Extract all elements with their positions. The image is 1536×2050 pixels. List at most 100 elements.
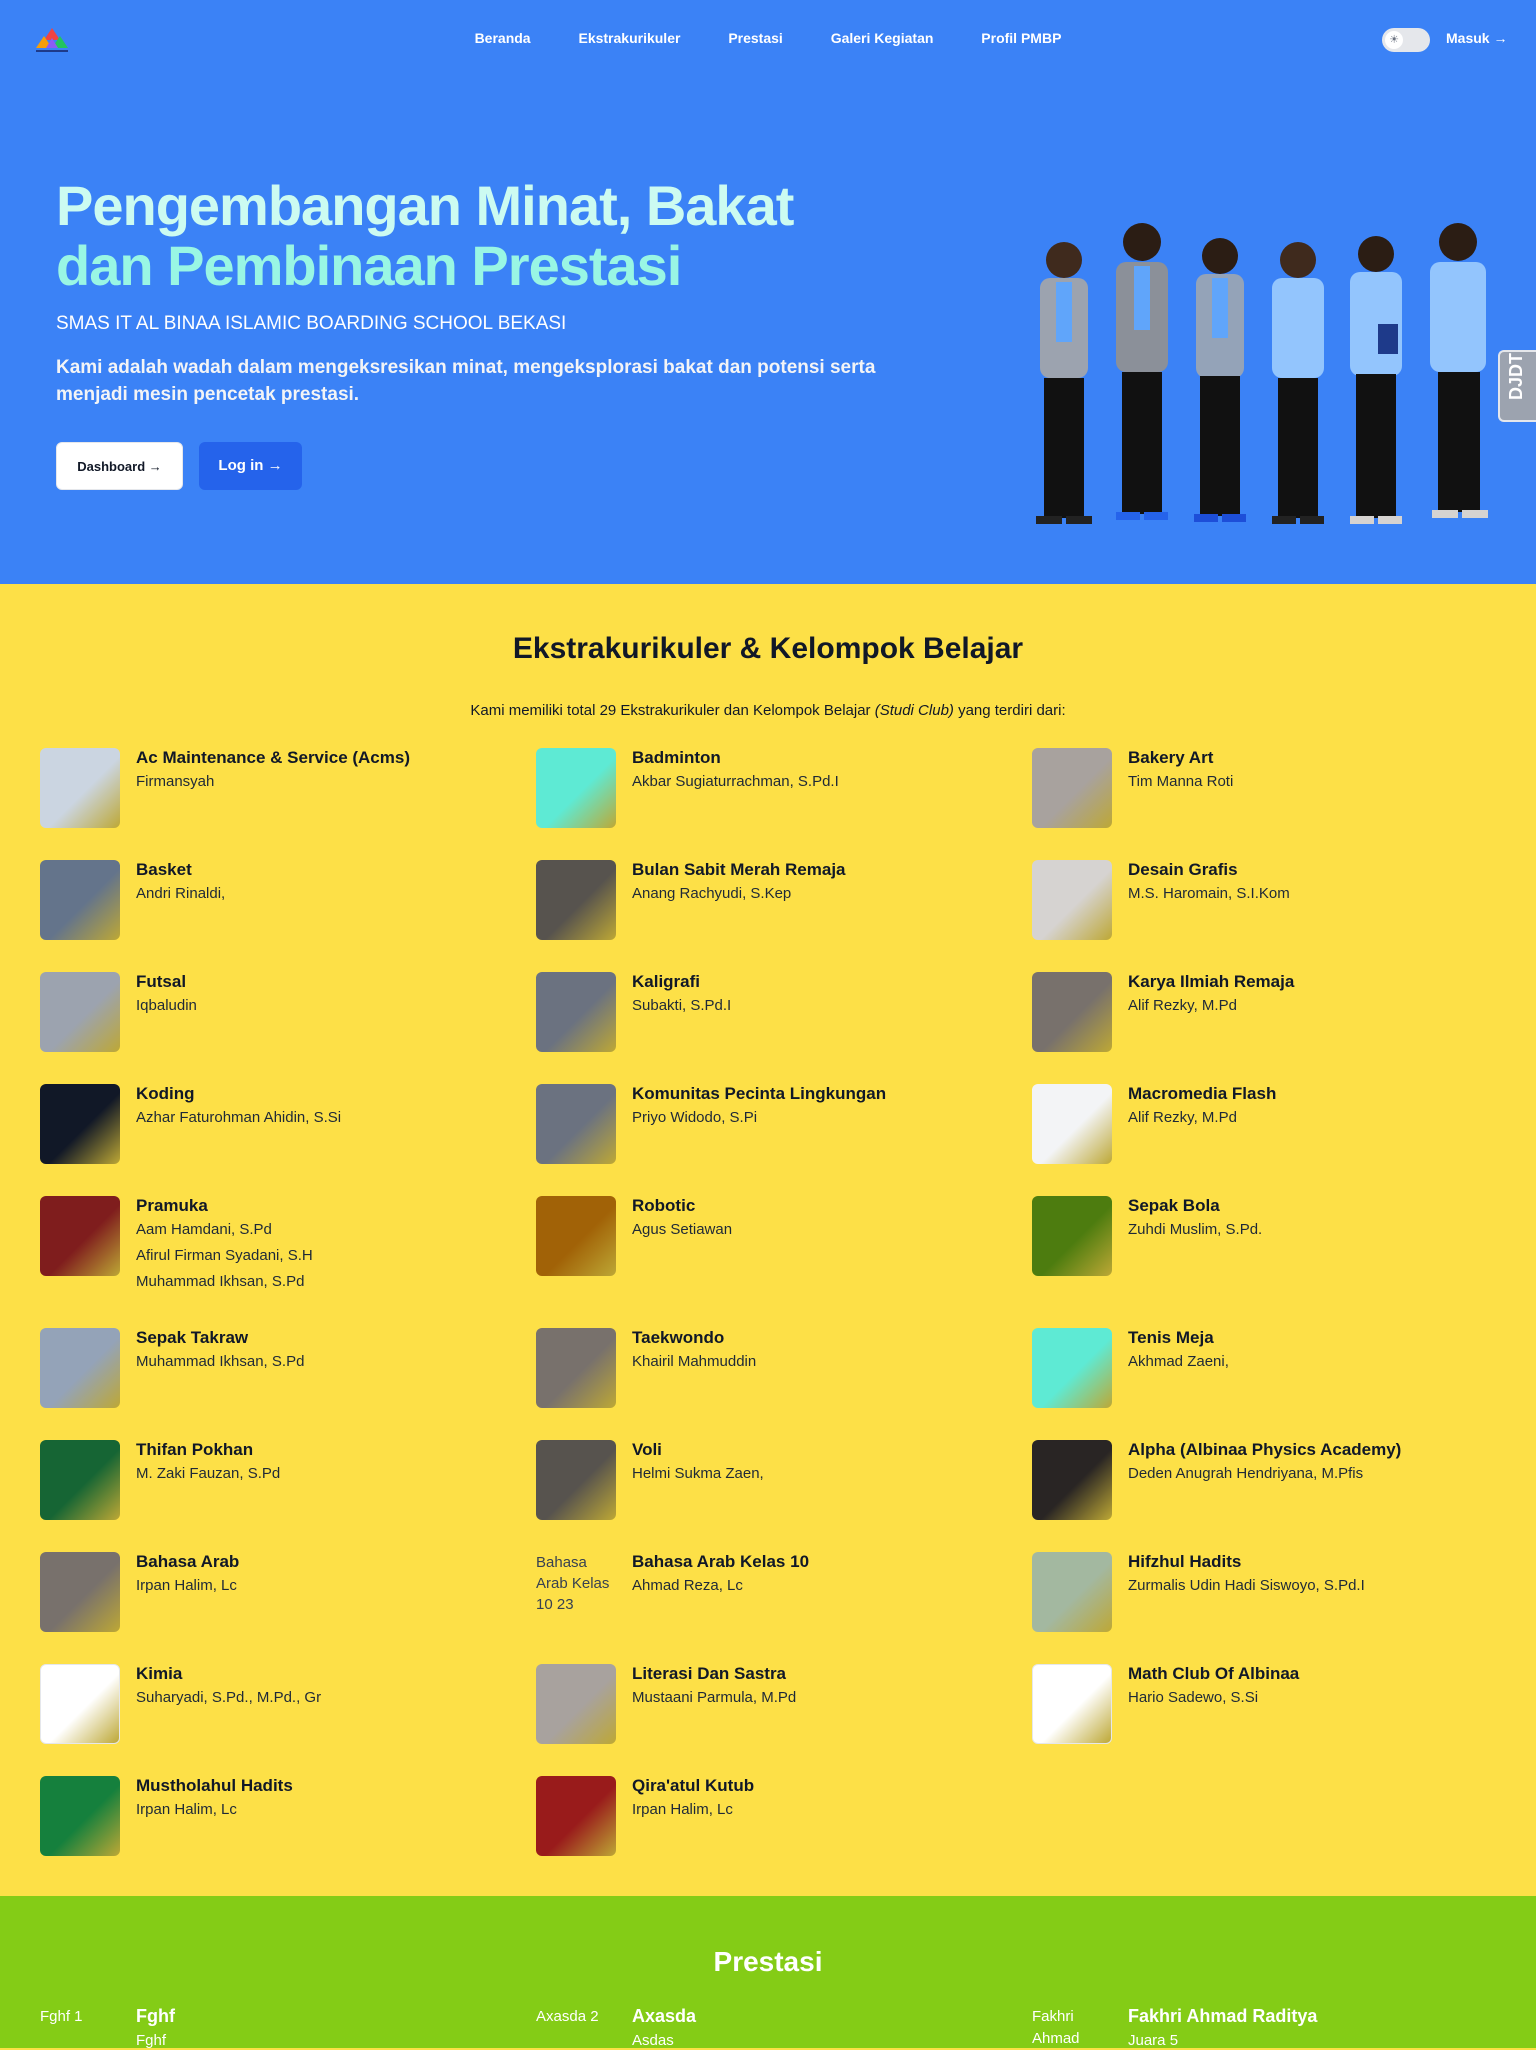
login-button[interactable]: Log in → [199,442,302,490]
extracurricular-thumbnail [1032,860,1112,940]
extracurricular-card[interactable]: Mustholahul Hadits Irpan Halim, Lc [40,1776,520,1866]
extracurricular-card[interactable]: Desain Grafis M.S. Haromain, S.I.Kom [1032,860,1512,950]
extracurricular-image-alt: Bahasa Arab Kelas 10 23 [536,1554,610,1613]
extracurricular-card[interactable]: Qira'atul Kutub Irpan Halim, Lc [536,1776,1016,1866]
extracurricular-coach: Subakti, S.Pd.I [632,997,732,1014]
extracurricular-coach: Hario Sadewo, S.Si [1128,1689,1259,1706]
extracurricular-thumbnail [536,1328,616,1408]
extracurricular-coach: M.S. Haromain, S.I.Kom [1128,885,1290,902]
prestasi-image-alt: Fakhri Ahmad [1032,2008,1080,2047]
nav-link-beranda[interactable]: Beranda [475,30,531,46]
hero-description: Kami adalah wadah dalam mengeksresikan m… [56,357,876,405]
extracurricular-name: Hifzhul Hadits [1128,1552,1242,1571]
extracurricular-card[interactable]: Badminton Akbar Sugiaturrachman, S.Pd.I [536,748,1016,838]
extracurricular-name: Koding [136,1084,195,1103]
nav-link-profil[interactable]: Profil PMBP [981,30,1061,46]
extracurricular-card[interactable]: Ac Maintenance & Service (Acms) Firmansya… [40,748,520,838]
extracurricular-coach: Andri Rinaldi, [136,885,226,902]
extracurricular-card[interactable]: Kaligrafi Subakti, S.Pd.I [536,972,1016,1062]
nav-link-ekstrakurikuler[interactable]: Ekstrakurikuler [578,30,680,46]
extracurricular-thumbnail [536,748,616,828]
theme-toggle[interactable]: ☀ [1382,28,1430,52]
prestasi-section: Prestasi Fghf 1 Fghf Fghf Axasda 2 Axasd… [0,1896,1536,2049]
extracurricular-card[interactable]: Kimia Suharyadi, S.Pd., M.Pd., Gr [40,1664,520,1754]
extracurricular-name: Pramuka [136,1196,208,1215]
hero-title-line1: Pengembangan Minat, Bakat [56,174,794,237]
dashboard-button[interactable]: Dashboard → [56,442,183,490]
extracurricular-card[interactable]: Pramuka Aam Hamdani, S.Pd Afirul Firman Sy… [40,1196,520,1290]
extracurricular-thumbnail [536,1776,616,1856]
extracurricular-section: Ekstrakurikuler & Kelompok Belajar Kami … [0,584,1536,1896]
extracurricular-thumbnail [1032,972,1112,1052]
prestasi-sub: Fghf [136,2032,167,2049]
extracurricular-coach: Zurmalis Udin Hadi Siswoyo, S.Pd.I [1128,1577,1365,1594]
extracurricular-coach: Deden Anugrah Hendriyana, M.Pfis [1128,1465,1364,1482]
debug-toolbar-tab[interactable]: DJDT [1498,350,1536,422]
nav-link-galeri[interactable]: Galeri Kegiatan [831,30,934,46]
extracurricular-name: Sepak Bola [1128,1196,1220,1215]
extracurricular-card[interactable]: Karya Ilmiah Remaja Alif Rezky, M.Pd [1032,972,1512,1062]
extracurricular-card[interactable]: Voli Helmi Sukma Zaen, [536,1440,1016,1530]
extracurricular-card[interactable]: Alpha (Albinaa Physics Academy) Deden Anu… [1032,1440,1512,1530]
extracurricular-coach: Muhammad Ikhsan, S.Pd [136,1273,305,1290]
extracurricular-name: Badminton [632,748,721,767]
extracurricular-card[interactable]: Literasi Dan Sastra Mustaani Parmula, M.P… [536,1664,1016,1754]
extracurricular-card[interactable]: Bahasa Arab Kelas 10 23 Bahasa Arab Kelas… [536,1552,1016,1642]
extracurricular-card[interactable]: Sepak Bola Zuhdi Muslim, S.Pd. [1032,1196,1512,1286]
top-navbar: Beranda Ekstrakurikuler Prestasi Galeri … [0,0,1536,80]
extracurricular-coach: Suharyadi, S.Pd., M.Pd., Gr [136,1689,322,1706]
extracurricular-card[interactable]: Tenis Meja Akhmad Zaeni, [1032,1328,1512,1418]
extracurricular-card[interactable]: Hifzhul Hadits Zurmalis Udin Hadi Siswoyo… [1032,1552,1512,1642]
extracurricular-coach: M. Zaki Fauzan, S.Pd [136,1465,281,1482]
extracurricular-name: Bahasa Arab [136,1552,240,1571]
extracurricular-coach: Muhammad Ikhsan, S.Pd [136,1353,305,1370]
nav-link-prestasi[interactable]: Prestasi [728,30,782,46]
extracurricular-coach: Zuhdi Muslim, S.Pd. [1128,1221,1263,1238]
nav-links: Beranda Ekstrakurikuler Prestasi Galeri … [0,30,1536,46]
extracurricular-card[interactable]: Koding Azhar Faturohman Ahidin, S.Si [40,1084,520,1174]
hero-section: Pengembangan Minat, Bakat dan Pembinaan … [0,80,1536,584]
extracurricular-thumbnail [1032,1084,1112,1164]
prestasi-sub: Juara 5 [1128,2032,1179,2049]
extracurricular-thumbnail [40,1084,120,1164]
extracurricular-card[interactable]: Macromedia Flash Alif Rezky, M.Pd [1032,1084,1512,1174]
extracurricular-coach: Aam Hamdani, S.Pd [136,1221,272,1238]
students-photo [1036,223,1488,524]
extracurricular-thumbnail [536,860,616,940]
extracurricular-card[interactable]: Taekwondo Khairil Mahmuddin [536,1328,1016,1418]
masuk-link[interactable]: Masuk → [1446,30,1507,46]
extracurricular-thumbnail [40,1552,120,1632]
extracurricular-thumbnail [40,1328,120,1408]
extracurricular-card[interactable]: Basket Andri Rinaldi, [40,860,520,950]
extracurricular-card[interactable]: Sepak Takraw Muhammad Ikhsan, S.Pd [40,1328,520,1418]
extracurricular-name: Qira'atul Kutub [632,1776,755,1795]
extracurricular-card[interactable]: Robotic Agus Setiawan [536,1196,1016,1286]
extracurricular-coach: Alif Rezky, M.Pd [1128,1109,1237,1126]
extracurricular-card[interactable]: Komunitas Pecinta Lingkungan Priyo Widodo… [536,1084,1016,1174]
extracurricular-coach: Irpan Halim, Lc [632,1801,733,1818]
extracurricular-thumbnail [40,1664,120,1744]
extracurricular-name: Alpha (Albinaa Physics Academy) [1128,1440,1402,1459]
extracurricular-card[interactable]: Thifan Pokhan M. Zaki Fauzan, S.Pd [40,1440,520,1530]
extracurricular-name: Macromedia Flash [1128,1084,1277,1103]
extracurricular-card[interactable]: Math Club Of Albinaa Hario Sadewo, S.Si [1032,1664,1512,1754]
extracurricular-coach: Tim Manna Roti [1128,773,1234,790]
extracurricular-thumbnail [536,1440,616,1520]
extracurricular-name: Ac Maintenance & Service (Acms) [136,748,410,767]
extracurricular-name: Taekwondo [632,1328,725,1347]
extracurricular-thumbnail [536,972,616,1052]
extracurricular-thumbnail [1032,1328,1112,1408]
extracurricular-coach: Afirul Firman Syadani, S.H [136,1247,313,1264]
extracurricular-card[interactable]: Bahasa Arab Irpan Halim, Lc [40,1552,520,1642]
extracurricular-name: Math Club Of Albinaa [1128,1664,1300,1683]
prestasi-image-alt: Axasda 2 [536,2008,599,2025]
extracurricular-name: Mustholahul Hadits [136,1776,293,1795]
extracurricular-thumbnail [40,1776,120,1856]
extracurricular-name: Karya Ilmiah Remaja [1128,972,1295,991]
extracurricular-name: Bulan Sabit Merah Remaja [632,860,846,879]
extracurricular-card[interactable]: Bulan Sabit Merah Remaja Anang Rachyudi, … [536,860,1016,950]
sun-icon: ☀ [1385,31,1403,49]
prestasi-image-alt: Fghf 1 [40,2008,83,2025]
extracurricular-card[interactable]: Bakery Art Tim Manna Roti [1032,748,1512,838]
extracurricular-card[interactable]: Futsal Iqbaludin [40,972,520,1062]
